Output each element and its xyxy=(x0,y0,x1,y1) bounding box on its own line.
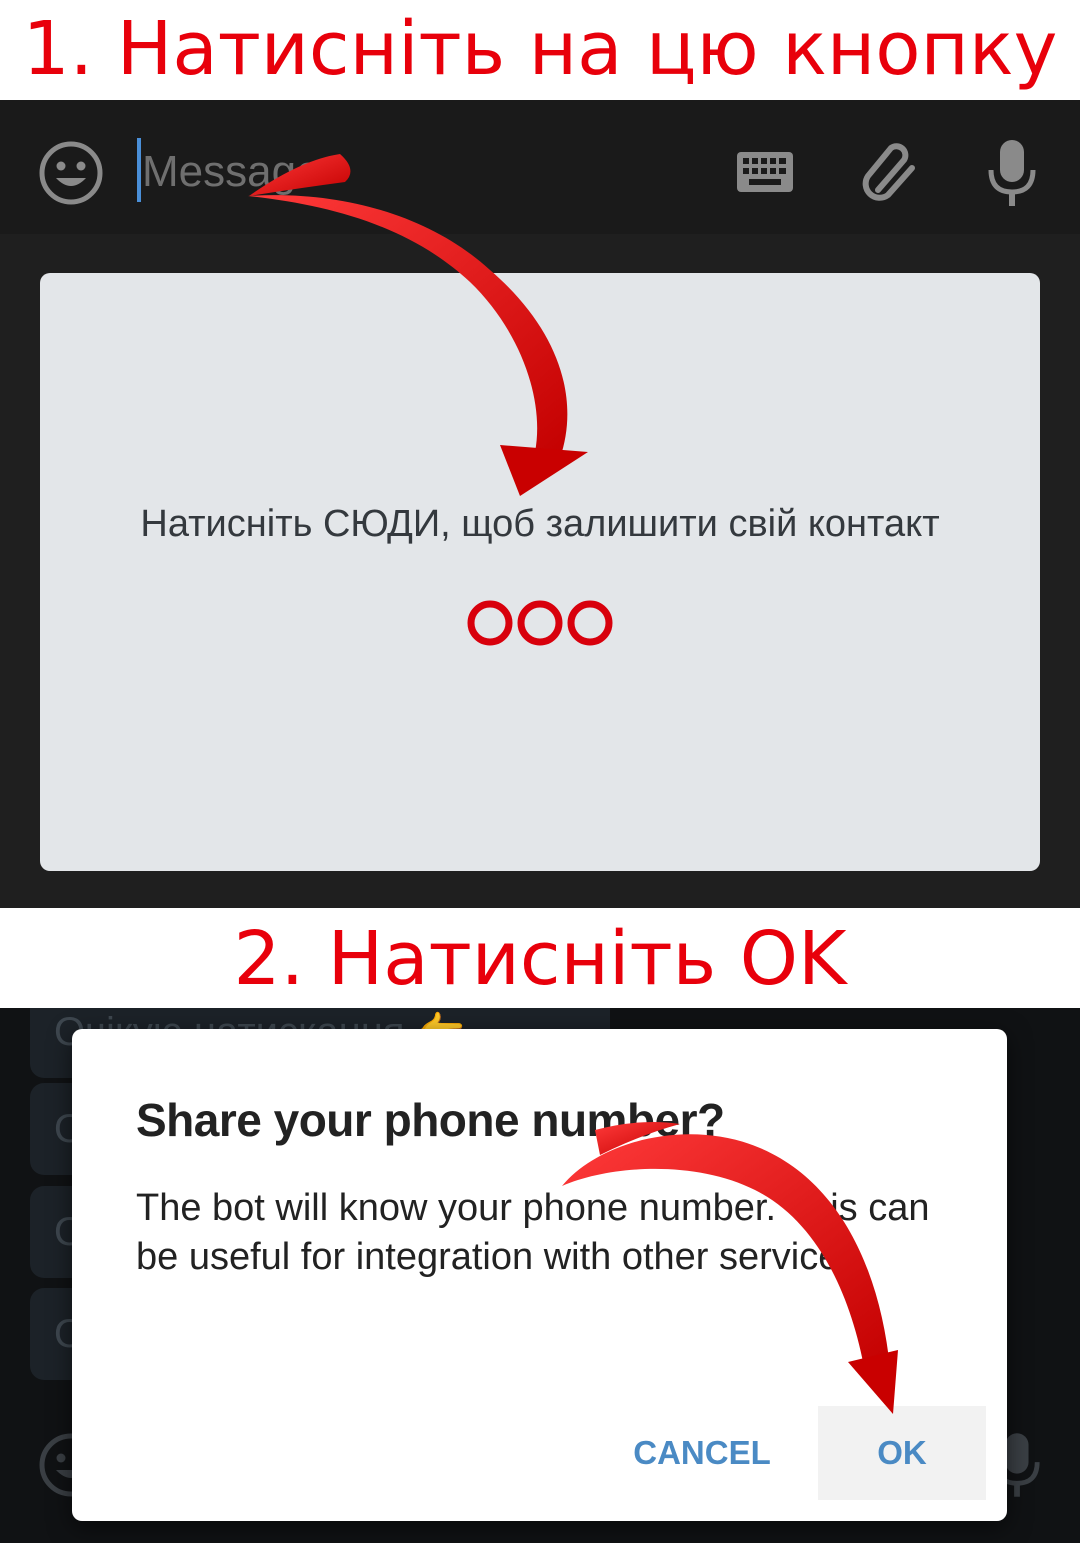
keyboard-icon[interactable] xyxy=(737,152,793,192)
red-circles-emoji xyxy=(467,600,613,646)
chat-screenshot-panel: Натисніть СЮДИ, щоб залишити свій контак… xyxy=(0,100,1080,908)
step-1-instruction: 1. Натисніть на цю кнопку xyxy=(22,6,1058,92)
cancel-button[interactable]: CANCEL xyxy=(612,1406,792,1500)
share-phone-dialog: Share your phone number? The bot will kn… xyxy=(72,1029,1007,1521)
text-caret xyxy=(137,138,141,202)
message-input-bar xyxy=(0,100,1080,234)
bot-keyboard-button[interactable]: Натисніть СЮДИ, щоб залишити свій контак… xyxy=(40,273,1040,871)
message-input[interactable] xyxy=(142,140,702,204)
dialog-message: The bot will know your phone number. Thi… xyxy=(136,1187,930,1278)
dialog-title: Share your phone number? xyxy=(136,1094,725,1146)
ok-button[interactable]: OK xyxy=(818,1406,986,1500)
step-2-instruction: 2. Натисніть OK xyxy=(233,916,847,1002)
microphone-icon[interactable] xyxy=(986,138,1038,208)
dialog-screenshot-panel: Очікую натискання 👉 О О О Share your pho… xyxy=(0,1008,1080,1543)
smile-icon[interactable] xyxy=(38,140,104,206)
contact-button-label: Натисніть СЮДИ, щоб залишити свій контак… xyxy=(140,503,940,545)
paperclip-icon[interactable] xyxy=(860,140,920,206)
